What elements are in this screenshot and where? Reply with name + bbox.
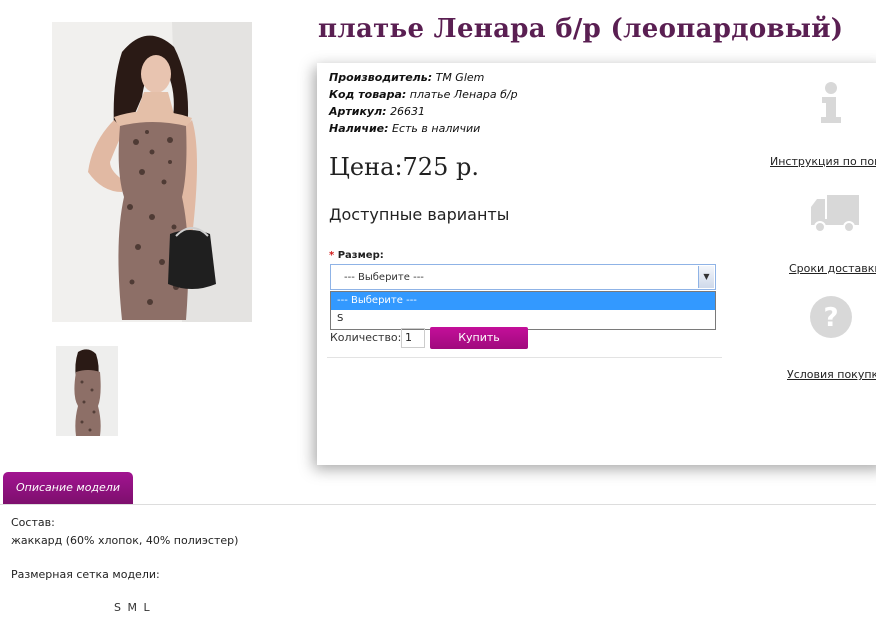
sku-row: Артикул: 26631 xyxy=(329,103,518,120)
stock-label: Наличие: xyxy=(329,122,389,135)
product-meta: Производитель: TM Glem Код товара: плать… xyxy=(329,69,518,137)
product-price: Цена:725 р. xyxy=(329,153,479,181)
product-title: платье Ленара б/р (леопардовый) xyxy=(318,14,844,44)
size-label-text: Размер: xyxy=(337,250,384,261)
chevron-down-icon[interactable]: ▼ xyxy=(698,266,714,288)
code-row: Код товара: платье Ленара б/р xyxy=(329,86,518,103)
size-select-value: --- Выберите --- xyxy=(344,272,424,283)
description-content: Состав: жаккард (60% хлопок, 40% полиэст… xyxy=(11,514,238,584)
truck-icon[interactable] xyxy=(809,191,861,235)
delivery-link[interactable]: Сроки доставки xyxy=(789,262,876,275)
instruction-link[interactable]: Инструкция по покупке xyxy=(770,155,876,168)
manufacturer-value[interactable]: TM Glem xyxy=(436,71,485,84)
stock-row: Наличие: Есть в наличии xyxy=(329,120,518,137)
size-option-s[interactable]: S xyxy=(331,310,715,328)
manufacturer-label: Производитель: xyxy=(329,71,433,84)
code-label: Код товара: xyxy=(329,88,407,101)
quantity-input[interactable]: 1 xyxy=(401,328,425,348)
code-value: платье Ленара б/р xyxy=(409,88,518,101)
tab-description[interactable]: Описание модели xyxy=(3,472,133,504)
size-chart-label: Размерная сетка модели: xyxy=(11,568,160,581)
sku-value: 26631 xyxy=(390,105,426,118)
terms-link[interactable]: Условия покупки xyxy=(787,368,876,381)
question-icon[interactable]: ? xyxy=(809,295,853,339)
product-main-photo[interactable] xyxy=(52,22,252,322)
manufacturer-row: Производитель: TM Glem xyxy=(329,69,518,86)
info-icon[interactable] xyxy=(809,81,853,125)
size-select[interactable]: --- Выберите --- ▼ xyxy=(330,264,716,290)
size-label: * Размер: xyxy=(329,250,384,261)
size-option-placeholder[interactable]: --- Выберите --- xyxy=(331,292,715,310)
sku-label: Артикул: xyxy=(329,105,387,118)
stock-value: Есть в наличии xyxy=(392,122,481,135)
variants-heading: Доступные варианты xyxy=(329,205,510,224)
size-dropdown[interactable]: --- Выберите --- S xyxy=(330,291,716,330)
product-info-panel: Производитель: TM Glem Код товара: плать… xyxy=(317,63,876,465)
composition-value: жаккард (60% хлопок, 40% полиэстер) xyxy=(11,534,239,547)
divider xyxy=(327,357,722,358)
composition-label: Состав: xyxy=(11,516,55,529)
size-chart-sizes: S M L xyxy=(114,601,150,614)
product-thumbnail[interactable] xyxy=(56,346,118,436)
required-mark: * xyxy=(329,250,335,261)
tab-underline xyxy=(0,504,876,505)
buy-button[interactable]: Купить xyxy=(430,327,528,349)
svg-text:?: ? xyxy=(823,303,838,333)
quantity-label: Количество: xyxy=(330,331,402,344)
